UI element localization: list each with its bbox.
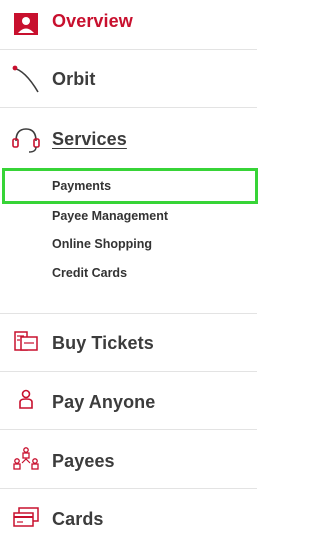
orbit-arc-icon: [11, 64, 41, 94]
nav-item-buy-tickets[interactable]: Buy Tickets: [0, 314, 257, 372]
nav-item-cards[interactable]: Cards: [0, 489, 257, 535]
services-submenu: Payments Payee Management Online Shoppin…: [0, 168, 258, 314]
headset-icon: [11, 125, 41, 155]
nav-label-pay-anyone: Pay Anyone: [52, 392, 156, 412]
nav-label-services: Services: [52, 129, 127, 149]
nav-label-payees: Payees: [52, 451, 115, 471]
nav-item-orbit[interactable]: Orbit: [0, 50, 257, 108]
submenu-item-payments[interactable]: Payments: [2, 168, 258, 204]
nav-item-services[interactable]: Services: [0, 108, 257, 168]
side-navigation: Overview Orbit Services Payments Payee M…: [0, 0, 258, 535]
nav-item-pay-anyone[interactable]: Pay Anyone: [0, 372, 257, 430]
submenu-item-payee-management[interactable]: Payee Management: [0, 201, 257, 230]
nav-label-orbit: Orbit: [52, 69, 96, 89]
nav-item-overview[interactable]: Overview: [0, 0, 257, 50]
person-badge-icon: [11, 9, 41, 39]
person-outline-icon: [11, 386, 41, 416]
submenu-label: Online Shopping: [52, 236, 152, 251]
tickets-icon: [11, 328, 41, 358]
nav-item-payees[interactable]: Payees: [0, 430, 257, 489]
cards-icon: [11, 503, 41, 533]
nav-label-buy-tickets: Buy Tickets: [52, 333, 154, 353]
submenu-label: Payee Management: [52, 208, 169, 223]
nav-label-overview: Overview: [52, 11, 133, 31]
submenu-label: Credit Cards: [52, 265, 128, 280]
nav-label-cards: Cards: [52, 509, 104, 529]
submenu-item-online-shopping[interactable]: Online Shopping: [0, 229, 257, 258]
people-group-icon: [11, 445, 41, 475]
submenu-item-credit-cards[interactable]: Credit Cards: [0, 258, 257, 287]
submenu-label: Payments: [52, 179, 112, 193]
